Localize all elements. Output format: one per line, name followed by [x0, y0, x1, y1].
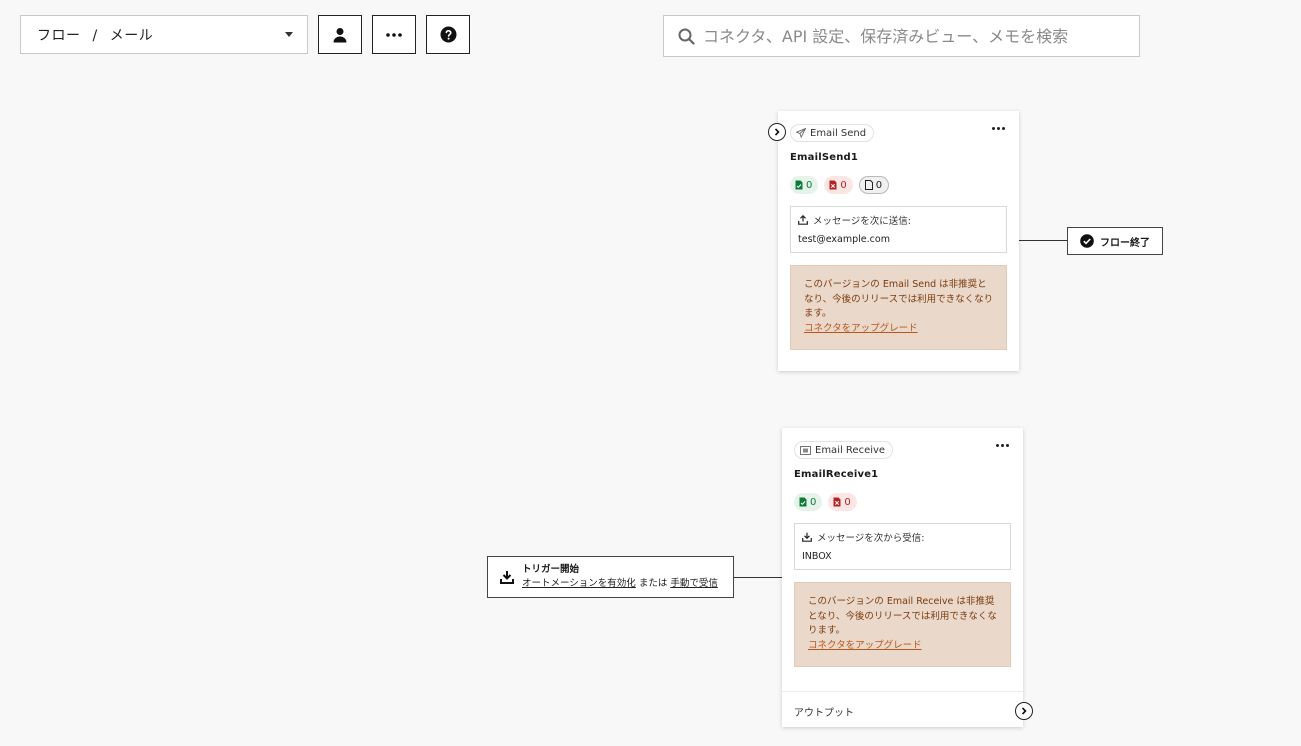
message-label: メッセージを次から受信:	[817, 533, 925, 544]
message-target-box: メッセージを次に送信: test@example.com	[790, 206, 1007, 253]
or-text: または	[638, 578, 668, 589]
card-name: EmailReceive1	[794, 469, 879, 480]
breadcrumb: フロー / メール	[37, 25, 285, 45]
deprecation-warning: このバージョンの Email Receive は非推奨となり、今後のリリースでは…	[794, 582, 1011, 667]
download-icon	[500, 571, 514, 584]
error-count: 0	[840, 179, 847, 191]
message-label: メッセージを次に送信:	[813, 216, 912, 227]
total-count: 0	[875, 179, 883, 191]
connector-line	[734, 577, 782, 578]
upgrade-connector-link[interactable]: コネクタをアップグレード	[808, 639, 998, 654]
trigger-title: トリガー開始	[522, 564, 580, 575]
flow-end-label: フロー終了	[1100, 237, 1150, 249]
ellipsis-icon	[386, 32, 402, 37]
upgrade-connector-link[interactable]: コネクタをアップグレード	[804, 322, 994, 337]
expand-input-button[interactable]	[768, 123, 786, 141]
mail-icon	[800, 445, 811, 455]
chevron-right-icon	[774, 128, 780, 136]
trigger-start-node[interactable]: トリガー開始 オートメーションを有効化 または 手動で受信	[487, 556, 734, 598]
file-icon	[833, 497, 841, 507]
email-send-card[interactable]: Email Send EmailSend1 0 0 0 メッセージを次に送信: …	[768, 111, 1019, 371]
expand-output-button[interactable]	[1015, 702, 1033, 720]
search-box[interactable]	[663, 15, 1140, 57]
flow-end-node[interactable]: フロー終了	[1067, 227, 1163, 255]
success-count-badge[interactable]: 0	[794, 493, 823, 511]
message-value: INBOX	[802, 551, 832, 562]
file-icon	[799, 497, 807, 507]
success-count: 0	[806, 179, 813, 191]
error-count: 0	[844, 496, 851, 508]
file-icon	[829, 180, 837, 190]
warning-text: このバージョンの Email Receive は非推奨となり、今後のリリースでは…	[808, 596, 997, 636]
success-count: 0	[810, 496, 817, 508]
manual-receive-link[interactable]: 手動で受信	[670, 578, 718, 589]
success-count-badge[interactable]: 0	[790, 176, 819, 194]
file-icon	[795, 180, 803, 190]
upload-icon	[798, 215, 808, 225]
search-icon	[678, 28, 695, 45]
user-button[interactable]	[318, 15, 362, 54]
error-count-badge[interactable]: 0	[828, 493, 857, 511]
deprecation-warning: このバージョンの Email Send は非推奨となり、今後のリリースでは利用で…	[790, 265, 1007, 350]
more-options-button[interactable]	[372, 15, 416, 54]
chevron-right-icon	[1021, 707, 1027, 715]
total-count-badge[interactable]: 0	[858, 176, 890, 194]
help-icon	[440, 26, 456, 43]
error-count-badge[interactable]: 0	[824, 176, 853, 194]
help-button[interactable]	[426, 15, 470, 54]
breadcrumb-separator: /	[92, 27, 98, 44]
file-icon	[864, 180, 873, 190]
search-input[interactable]	[703, 26, 1125, 46]
connector-type-label: Email Receive	[815, 444, 886, 456]
user-icon	[333, 27, 347, 42]
enable-automation-link[interactable]: オートメーションを有効化	[522, 578, 636, 589]
email-receive-card[interactable]: Email Receive EmailReceive1 0 0 メッセージを次か…	[782, 428, 1033, 727]
send-icon	[796, 128, 806, 138]
card-name: EmailSend1	[790, 152, 859, 163]
card-menu-button[interactable]	[996, 444, 1009, 447]
connector-line	[1019, 240, 1067, 241]
message-source-box: メッセージを次から受信: INBOX	[794, 523, 1011, 570]
card-menu-button[interactable]	[992, 127, 1005, 130]
connector-type-badge: Email Receive	[794, 441, 894, 459]
caret-down-icon	[285, 32, 293, 37]
flow-selector[interactable]: フロー / メール	[20, 15, 308, 54]
breadcrumb-root: フロー	[37, 27, 81, 44]
output-label: アウトプット	[794, 708, 854, 719]
output-footer: アウトプット	[782, 691, 1033, 731]
connector-type-badge: Email Send	[790, 124, 875, 142]
message-value: test@example.com	[798, 234, 890, 245]
warning-text: このバージョンの Email Send は非推奨となり、今後のリリースでは利用で…	[804, 279, 994, 319]
breadcrumb-current: メール	[109, 27, 154, 44]
download-icon	[802, 532, 812, 542]
check-circle-icon	[1080, 234, 1094, 248]
connector-type-label: Email Send	[810, 127, 867, 139]
